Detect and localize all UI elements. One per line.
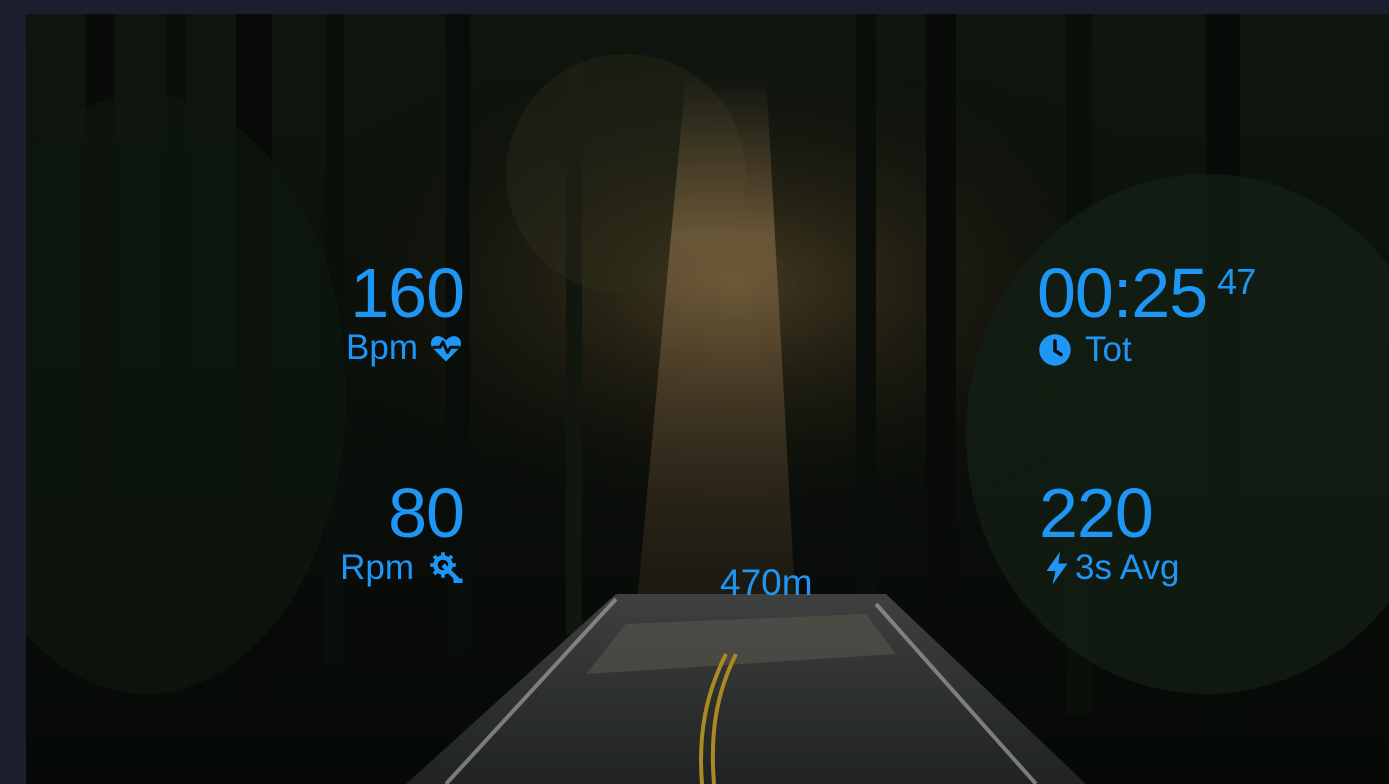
heart-rate-value: 160: [350, 254, 465, 332]
heart-pulse-icon: [428, 330, 464, 366]
elapsed-time-metric: 00:25 47 Tot: [1037, 254, 1256, 370]
distance-value: 470m: [720, 562, 813, 603]
app-frame: 160 Bpm 80 Rpm 00:25 47 Tot 220 3s Avg 4…: [0, 0, 1389, 784]
cadence-unit: Rpm: [340, 548, 414, 587]
elapsed-time-label: Tot: [1085, 330, 1132, 369]
power-label: 3s Avg: [1075, 548, 1180, 587]
elapsed-time-label-row: Tot: [1037, 330, 1255, 370]
clock-icon: [1037, 332, 1073, 368]
power-label-row: 3s Avg: [1039, 548, 1179, 588]
heart-rate-unit: Bpm: [346, 328, 418, 367]
heart-rate-label: Bpm: [346, 328, 464, 368]
elapsed-time-value: 00:25: [1037, 254, 1208, 332]
cadence-value: 80: [388, 474, 465, 552]
gear-pedal-icon: [428, 550, 464, 586]
cadence-metric: 80 Rpm: [340, 474, 465, 588]
lightning-icon: [1039, 550, 1071, 586]
heart-rate-metric: 160 Bpm: [346, 254, 465, 368]
video-background: 160 Bpm 80 Rpm 00:25 47 Tot 220 3s Avg 4…: [26, 14, 1389, 784]
forest-road-scene: [26, 14, 1389, 784]
power-value: 220: [1039, 474, 1154, 552]
cadence-label: Rpm: [340, 548, 464, 588]
elapsed-time-seconds: 47: [1217, 261, 1256, 302]
elapsed-time-display: 00:25 47: [1037, 254, 1256, 332]
power-metric: 220 3s Avg: [1039, 478, 1179, 588]
